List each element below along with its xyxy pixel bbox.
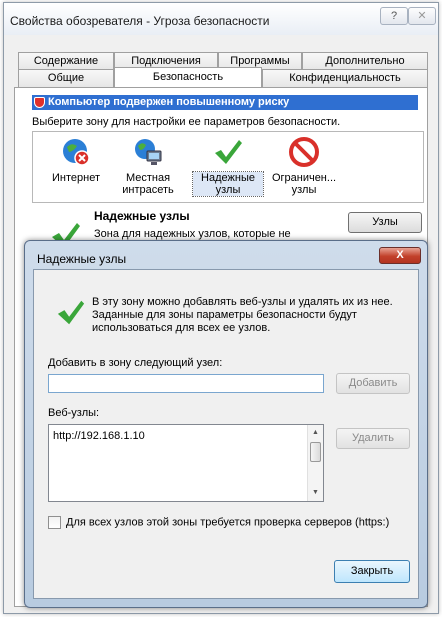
zone-prompt: Выберите зону для настройки ее параметро… (32, 116, 341, 128)
dialog-info-text: В эту зону можно добавлять веб-узлы и уд… (92, 296, 393, 334)
dialog-title: Надежные узлы (37, 252, 127, 266)
window-title: Свойства обозревателя - Угроза безопасно… (10, 14, 270, 28)
zone-list: Интернет Местная интрасеть Надежные узлы… (32, 131, 424, 203)
zone-restricted[interactable]: Ограничен... узлы (269, 136, 339, 196)
tab-advanced[interactable]: Дополнительно (302, 52, 428, 70)
intranet-icon (132, 136, 164, 168)
add-button[interactable]: Добавить (336, 373, 410, 394)
websites-label: Веб-узлы: (48, 407, 100, 419)
websites-scrollbar[interactable]: ▲ ▼ (307, 425, 323, 501)
https-checkbox[interactable] (48, 516, 61, 529)
zone-intranet-label: Местная интрасеть (122, 172, 174, 196)
risk-banner: Компьютер подвержен повышенному риску (32, 95, 418, 110)
list-item[interactable]: http://192.168.1.10 (53, 430, 145, 442)
tab-privacy[interactable]: Конфиденциальность (262, 69, 428, 87)
websites-list[interactable]: http://192.168.1.10 ▲ ▼ (48, 424, 324, 502)
shield-warning-icon (34, 97, 45, 108)
zone-trusted-label: Надежные узлы (192, 171, 264, 197)
checkmark-icon (56, 296, 86, 331)
zone-internet[interactable]: Интернет (41, 136, 111, 184)
tab-content[interactable]: Содержание (18, 52, 114, 70)
trusted-sites-dialog: Надежные узлы X В эту зону можно добавля… (24, 240, 428, 608)
add-site-input[interactable] (48, 374, 324, 393)
no-entry-icon (288, 136, 320, 168)
add-site-label: Добавить в зону следующий узел: (48, 357, 223, 369)
sites-button[interactable]: Узлы (348, 212, 422, 233)
zone-trusted[interactable]: Надежные узлы (192, 136, 264, 197)
close-button[interactable]: Закрыть (334, 560, 410, 583)
tab-general[interactable]: Общие (18, 69, 114, 87)
help-button[interactable]: ? (380, 7, 408, 25)
scrollbar-thumb[interactable] (310, 442, 321, 462)
dialog-close-x-button[interactable]: X (379, 247, 421, 264)
remove-button[interactable]: Удалить (336, 428, 410, 449)
tab-security[interactable]: Безопасность (114, 67, 262, 87)
zone-internet-label: Интернет (52, 172, 100, 184)
checkmark-icon (212, 136, 244, 168)
scroll-down-icon[interactable]: ▼ (308, 485, 323, 501)
dialog-body: В эту зону можно добавлять веб-узлы и уд… (33, 269, 419, 599)
scroll-up-icon[interactable]: ▲ (308, 425, 323, 441)
https-checkbox-row[interactable]: Для всех узлов этой зоны требуется прове… (48, 516, 389, 529)
window-close-button[interactable]: ✕ (408, 7, 436, 25)
https-checkbox-label: Для всех узлов этой зоны требуется прове… (66, 516, 390, 529)
zone-title: Надежные узлы (94, 209, 190, 223)
zone-intranet[interactable]: Местная интрасеть (113, 136, 183, 196)
globe-warning-icon (60, 136, 92, 168)
zone-restricted-label: Ограничен... узлы (271, 172, 337, 196)
window-titlebar: Свойства обозревателя - Угроза безопасно… (4, 3, 438, 35)
risk-banner-text: Компьютер подвержен повышенному риску (48, 96, 290, 108)
